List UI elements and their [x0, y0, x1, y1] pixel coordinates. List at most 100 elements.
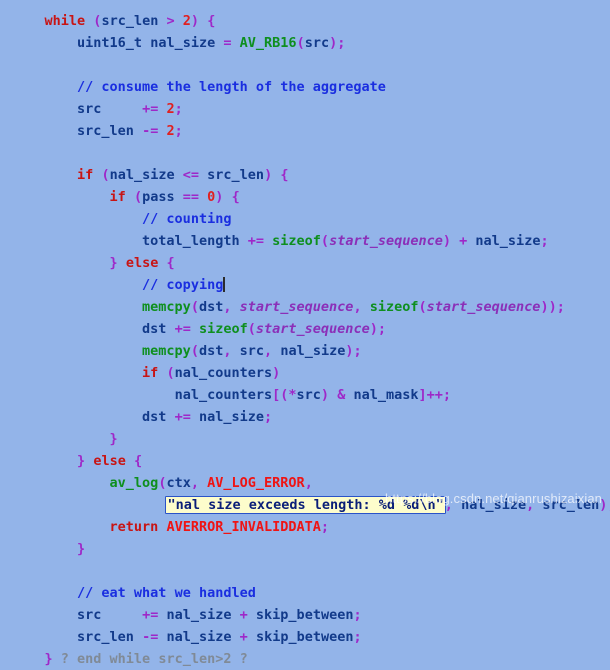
code-token: ): [190, 13, 200, 29]
code-token: {: [231, 189, 240, 205]
code-line[interactable]: src += 2;: [0, 98, 610, 120]
code-line[interactable]: }: [0, 538, 610, 560]
code-token: +=: [247, 233, 264, 249]
code-line[interactable]: // copying: [0, 274, 610, 296]
code-line[interactable]: } else {: [0, 252, 610, 274]
code-line[interactable]: nal_counters[(*src) & nal_mask]++;: [0, 384, 610, 406]
code-token: }: [109, 431, 118, 447]
code-line[interactable]: } ? end while src_len>2 ?: [0, 648, 610, 670]
code-line[interactable]: [0, 142, 610, 164]
code-block[interactable]: while (src_len > 2) { uint16_t nal_size …: [0, 10, 610, 670]
code-token: ;: [556, 299, 565, 315]
code-editor-surface[interactable]: while (src_len > 2) { uint16_t nal_size …: [0, 0, 610, 667]
code-line[interactable]: // eat what we handled: [0, 582, 610, 604]
code-token: skip_between: [255, 629, 354, 645]
code-token: memcpy: [142, 299, 191, 315]
code-line[interactable]: src_len -= 2;: [0, 120, 610, 142]
code-token: }: [77, 541, 86, 557]
code-token: (: [296, 35, 305, 51]
code-token: }: [109, 255, 118, 271]
code-token: av_log: [109, 475, 159, 491]
code-line[interactable]: if (nal_size <= src_len) {: [0, 164, 610, 186]
code-token: pass: [142, 189, 175, 205]
code-token: total_length: [142, 233, 240, 249]
code-line[interactable]: // counting: [0, 208, 610, 230]
code-token: nal_size: [166, 629, 232, 645]
code-line[interactable]: if (nal_counters): [0, 362, 610, 384]
code-line[interactable]: while (src_len > 2) {: [0, 10, 610, 32]
code-token: ,: [304, 475, 313, 491]
code-token: sizeof: [369, 299, 419, 315]
code-token: 2: [166, 123, 175, 139]
code-token: 2: [182, 13, 191, 29]
code-token: ,: [223, 343, 232, 359]
code-token: }: [77, 453, 86, 469]
code-line[interactable]: dst += nal_size;: [0, 406, 610, 428]
code-token: >: [166, 13, 175, 29]
code-token: nal_size: [166, 607, 232, 623]
code-token: ,: [223, 299, 232, 315]
code-line[interactable]: total_length += sizeof(start_sequence) +…: [0, 230, 610, 252]
code-token: if: [109, 189, 126, 205]
code-token: {: [166, 255, 175, 271]
code-token: (: [320, 233, 330, 249]
code-line[interactable]: uint16_t nal_size = AV_RB16(src);: [0, 32, 610, 54]
code-token: src: [296, 387, 321, 403]
code-line[interactable]: src += nal_size + skip_between;: [0, 604, 610, 626]
code-token: {: [280, 167, 289, 183]
code-token: return: [109, 519, 159, 535]
code-token: (: [166, 365, 175, 381]
code-token: if: [77, 167, 94, 183]
code-line[interactable]: } else {: [0, 450, 610, 472]
code-token: // consume the length of the aggregate: [77, 79, 386, 95]
code-token: if: [142, 365, 159, 381]
code-token: (: [247, 321, 256, 337]
code-token: ==: [182, 189, 200, 205]
code-token: // counting: [142, 211, 232, 227]
code-line[interactable]: memcpy(dst, start_sequence, sizeof(start…: [0, 296, 610, 318]
code-token: ): [548, 299, 557, 315]
code-line[interactable]: // consume the length of the aggregate: [0, 76, 610, 98]
code-line[interactable]: dst += sizeof(start_sequence);: [0, 318, 610, 340]
code-token: else: [93, 453, 126, 469]
code-token: while: [44, 13, 86, 29]
code-token: ? end while src_len>2 ?: [52, 651, 248, 667]
code-line[interactable]: if (pass == 0) {: [0, 186, 610, 208]
code-token: else: [125, 255, 159, 271]
code-token: src_len: [207, 167, 265, 183]
code-token: nal_size: [280, 343, 346, 359]
code-line[interactable]: [0, 54, 610, 76]
code-token: ++: [426, 387, 443, 403]
code-line[interactable]: [0, 560, 610, 582]
code-token: (: [133, 189, 143, 205]
code-line[interactable]: return AVERROR_INVALIDDATA;: [0, 516, 610, 538]
code-token: start_sequence: [329, 233, 443, 249]
code-line[interactable]: src_len -= nal_size + skip_between;: [0, 626, 610, 648]
code-token: dst: [198, 343, 224, 359]
code-line[interactable]: memcpy(dst, src, nal_size);: [0, 340, 610, 362]
code-line[interactable]: }: [0, 428, 610, 450]
code-token: ): [540, 299, 549, 315]
code-token: // eat what we handled: [77, 585, 256, 601]
